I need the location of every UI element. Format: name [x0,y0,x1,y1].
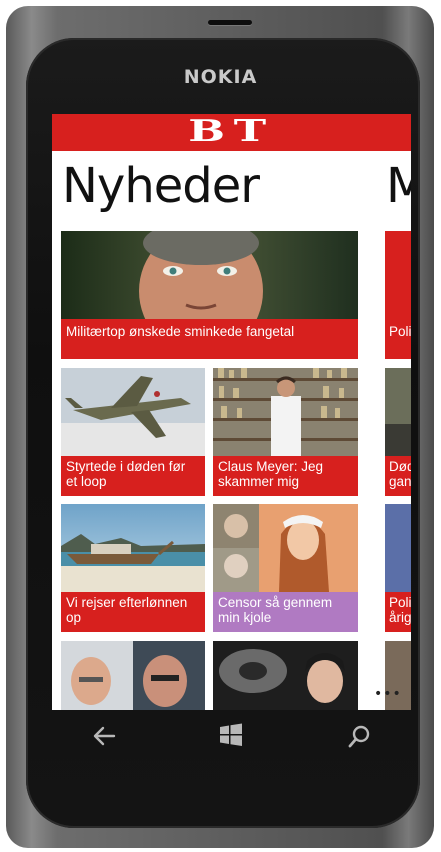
next-section-title-peek[interactable]: M [386,158,411,214]
appbar-more-button[interactable]: ••• [374,686,402,702]
news-tile-4[interactable]: Vi rejser efterlønnen op [61,504,205,632]
news-tile-1[interactable]: Militærtop ønskede sminkede fangetal [61,231,358,359]
windows-logo-icon[interactable] [218,722,244,752]
tile-image-politicians [61,641,205,710]
tile-image-woman [213,504,358,592]
section-title: Nyheder [62,158,260,214]
tile-image-chef [213,368,358,456]
tile-caption: Militærtop ønskede sminkede fangetal [66,324,295,339]
earpiece-speaker [208,20,252,25]
news-tile-5[interactable]: Censor så gennem min kjole [213,504,358,632]
peek-tile-1[interactable]: Poli [385,231,411,359]
tile-caption: Død gan [389,459,411,489]
news-tile-6[interactable] [61,641,205,710]
tile-image-boat [61,504,205,592]
tile-caption: Censor så gennem min kjole [218,595,333,625]
peek-tile-3[interactable]: Poli årig [385,504,411,632]
back-arrow-icon[interactable] [92,724,116,752]
bt-logo: BT [188,114,275,149]
tile-image-peek [385,504,411,592]
tile-caption: Claus Meyer: Jeg skammer mig [218,459,324,489]
app-header: BT [52,114,411,151]
news-tile-3[interactable]: Claus Meyer: Jeg skammer mig [213,368,358,496]
screen: BT Nyheder M Militærtop ønskede sminkede… [52,114,411,710]
news-tile-2[interactable]: Styrtede i døden før et loop [61,368,205,496]
tile-caption: Styrtede i døden før et loop [66,459,186,489]
tile-caption: Poli årig [389,595,411,625]
tile-image-peek [385,368,411,456]
tile-image-portrait [61,231,358,319]
news-tile-7[interactable] [213,641,358,710]
tile-caption: Poli [389,324,411,339]
peek-tile-2[interactable]: Død gan [385,368,411,496]
tile-image-plane [61,368,205,456]
tile-image-dark-portrait [213,641,358,710]
device-brand: NOKIA [183,66,258,88]
search-icon[interactable] [348,724,372,752]
tile-caption: Vi rejser efterlønnen op [66,595,188,625]
